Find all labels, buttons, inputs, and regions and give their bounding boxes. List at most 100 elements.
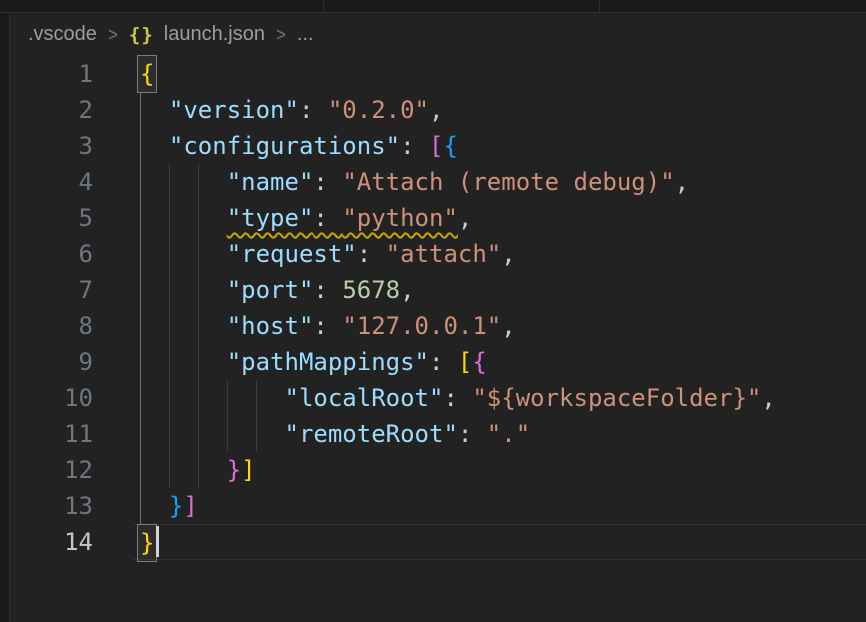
code-line-content[interactable]: "pathMappings": [{ [133, 344, 866, 380]
line-number: 14 [10, 524, 133, 560]
line-number: 10 [10, 380, 133, 416]
token-punc: : [429, 348, 458, 376]
indent-guide [227, 380, 228, 416]
token-str: "." [487, 420, 530, 448]
token-key: "request" [227, 240, 357, 268]
token-key: "name" [227, 168, 314, 196]
token-b1: ] [241, 456, 255, 484]
code-line-content[interactable]: }] [133, 488, 866, 524]
token-ws [140, 204, 227, 232]
token-b2: [ [429, 132, 443, 160]
line-number: 4 [10, 164, 133, 200]
token-punc: : [313, 312, 342, 340]
code-line[interactable]: 9 "pathMappings": [{ [10, 344, 866, 380]
token-punc: : [458, 420, 487, 448]
code-line-content[interactable]: "localRoot": "${workspaceFolder}", [133, 380, 866, 416]
line-number: 2 [10, 92, 133, 128]
token-ws [140, 168, 227, 196]
code-editor[interactable]: 1{2 "version": "0.2.0",3 "configurations… [10, 56, 866, 560]
code-line[interactable]: 2 "version": "0.2.0", [10, 92, 866, 128]
code-line-content[interactable]: }] [133, 452, 866, 488]
code-line-content[interactable]: { [133, 56, 866, 92]
token-str: "python" [342, 204, 458, 232]
token-key: "configurations" [169, 132, 400, 160]
indent-guide [198, 272, 199, 308]
code-line[interactable]: 4 "name": "Attach (remote debug)", [10, 164, 866, 200]
indent-guide-active [140, 164, 141, 200]
text-cursor [156, 526, 159, 557]
token-str: "127.0.0.1" [342, 312, 501, 340]
token-punc: , [675, 168, 689, 196]
code-line-content[interactable]: "remoteRoot": "." [133, 416, 866, 452]
token-punc: , [501, 312, 515, 340]
code-line-content[interactable]: } [133, 524, 866, 560]
line-number: 8 [10, 308, 133, 344]
indent-guide [169, 308, 170, 344]
token-key: "pathMappings" [227, 348, 429, 376]
indent-guide [198, 164, 199, 200]
code-line[interactable]: 11 "remoteRoot": "." [10, 416, 866, 452]
chevron-right-icon: > [107, 23, 119, 46]
token-punc: , [458, 204, 472, 232]
token-ws [140, 312, 227, 340]
indent-guide-active [140, 92, 141, 128]
indent-guide [198, 380, 199, 416]
indent-guide-active [140, 128, 141, 164]
code-line[interactable]: 8 "host": "127.0.0.1", [10, 308, 866, 344]
code-line[interactable]: 7 "port": 5678, [10, 272, 866, 308]
token-punc: , [400, 276, 414, 304]
token-str: "Attach (remote debug)" [342, 168, 674, 196]
line-number: 3 [10, 128, 133, 164]
code-line[interactable]: 10 "localRoot": "${workspaceFolder}", [10, 380, 866, 416]
code-line-content[interactable]: "version": "0.2.0", [133, 92, 866, 128]
line-number: 9 [10, 344, 133, 380]
token-punc: : [443, 384, 472, 412]
indent-guide [256, 416, 257, 452]
code-line-content[interactable]: "configurations": [{ [133, 128, 866, 164]
token-key: "version" [169, 96, 299, 124]
line-number: 5 [10, 200, 133, 236]
indent-guide [169, 380, 170, 416]
indent-guide [256, 380, 257, 416]
token-punc: , [429, 96, 443, 124]
code-line[interactable]: 3 "configurations": [{ [10, 128, 866, 164]
indent-guide [169, 452, 170, 488]
token-key: "remoteRoot" [285, 420, 458, 448]
line-number: 12 [10, 452, 133, 488]
json-file-icon: {} [129, 24, 154, 46]
indent-guide-active [140, 344, 141, 380]
code-line-content[interactable]: "name": "Attach (remote debug)", [133, 164, 866, 200]
code-line-content[interactable]: "host": "127.0.0.1", [133, 308, 866, 344]
indent-guide [198, 452, 199, 488]
code-line-content[interactable]: "type": "python", [133, 200, 866, 236]
token-ws [140, 384, 285, 412]
code-line[interactable]: 1{ [10, 56, 866, 92]
code-line[interactable]: 5 "type": "python", [10, 200, 866, 236]
indent-guide [198, 308, 199, 344]
code-line-content[interactable]: "request": "attach", [133, 236, 866, 272]
token-b3: } [169, 492, 183, 520]
breadcrumb-symbol-ellipsis[interactable]: ... [297, 23, 314, 46]
indent-guide [169, 272, 170, 308]
token-punc: , [761, 384, 775, 412]
token-b2: { [472, 348, 486, 376]
token-punc: : [299, 96, 328, 124]
indent-guide-active [140, 200, 141, 236]
code-line[interactable]: 6 "request": "attach", [10, 236, 866, 272]
code-line-content[interactable]: "port": 5678, [133, 272, 866, 308]
code-line[interactable]: 12 }] [10, 452, 866, 488]
breadcrumb-file[interactable]: launch.json [164, 23, 265, 46]
tab-bar [0, 0, 866, 13]
code-line[interactable]: 14} [10, 524, 866, 560]
token-ws [140, 348, 227, 376]
line-number: 13 [10, 488, 133, 524]
indent-guide [169, 236, 170, 272]
code-line[interactable]: 13 }] [10, 488, 866, 524]
indent-guide-active [140, 452, 141, 488]
indent-guide-active [140, 380, 141, 416]
indent-guide-active [140, 488, 141, 524]
token-key: "type" [227, 204, 314, 232]
indent-guide [198, 236, 199, 272]
token-ws [140, 132, 169, 160]
breadcrumb-folder[interactable]: .vscode [28, 23, 97, 46]
